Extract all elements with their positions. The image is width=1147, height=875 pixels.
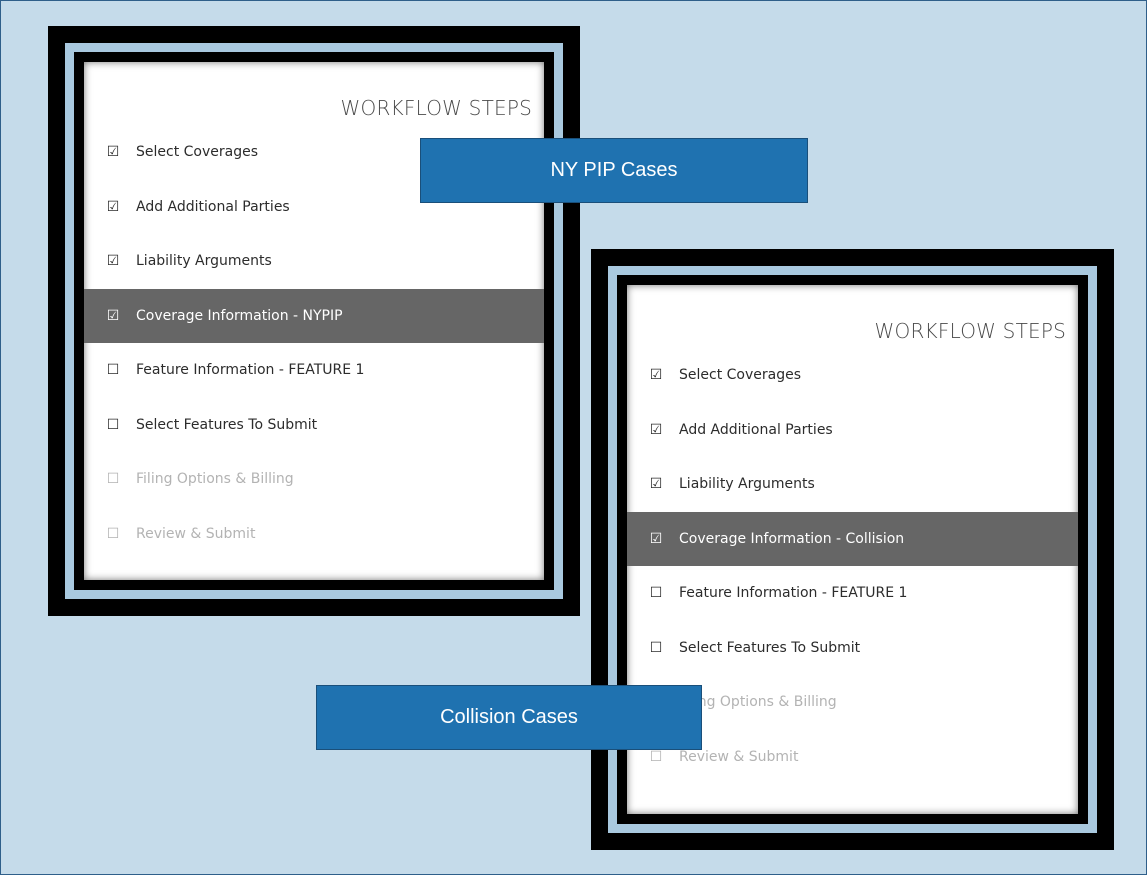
framed-panel-collision: WORKFLOW STEPS ☑ Select Coverages ☑ Add …: [591, 249, 1114, 850]
unchecked-box-icon: ☐: [649, 748, 663, 765]
step-feature-information[interactable]: ☐ Feature Information - FEATURE 1: [84, 343, 544, 398]
checked-box-icon: ☑: [106, 198, 120, 215]
checked-box-icon: ☑: [649, 476, 663, 493]
step-liability-arguments[interactable]: ☑ Liability Arguments: [84, 234, 544, 289]
checked-box-icon: ☑: [106, 253, 120, 270]
step-review-submit: ☐ Review & Submit: [84, 507, 544, 562]
callout-ny-pip-cases: NY PIP Cases: [420, 138, 808, 203]
step-feature-information[interactable]: ☐ Feature Information - FEATURE 1: [627, 566, 1078, 621]
callout-collision-cases: Collision Cases: [316, 685, 702, 750]
step-coverage-information-nypip[interactable]: ☑ Coverage Information - NYPIP: [84, 288, 544, 343]
step-label: Liability Arguments: [679, 476, 815, 493]
step-label: Review & Submit: [136, 525, 256, 542]
step-select-features-to-submit[interactable]: ☐ Select Features To Submit: [84, 398, 544, 453]
step-filing-options-billing: ☐ Filing Options & Billing: [84, 452, 544, 507]
step-label: Select Features To Submit: [136, 416, 318, 433]
panel-title: WORKFLOW STEPS: [874, 319, 1066, 343]
unchecked-box-icon: ☐: [106, 362, 120, 379]
step-coverage-information-collision[interactable]: ☑ Coverage Information - Collision: [627, 511, 1078, 566]
step-label: Liability Arguments: [136, 253, 272, 270]
step-liability-arguments[interactable]: ☑ Liability Arguments: [627, 457, 1078, 512]
checked-box-icon: ☑: [649, 530, 663, 547]
step-label: Coverage Information - Collision: [679, 530, 905, 547]
step-label: Select Coverages: [136, 144, 259, 161]
step-label: Feature Information - FEATURE 1: [679, 585, 908, 602]
step-label: Add Additional Parties: [679, 421, 833, 438]
panel-title: WORKFLOW STEPS: [340, 96, 532, 120]
step-label: Coverage Information - NYPIP: [136, 307, 343, 324]
step-label: Add Additional Parties: [136, 198, 290, 215]
step-label: Select Coverages: [679, 367, 802, 384]
unchecked-box-icon: ☐: [106, 525, 120, 542]
unchecked-box-icon: ☐: [649, 585, 663, 602]
checked-box-icon: ☑: [649, 421, 663, 438]
step-select-coverages[interactable]: ☑ Select Coverages: [627, 348, 1078, 403]
checked-box-icon: ☑: [106, 144, 120, 161]
step-label: Select Features To Submit: [679, 639, 861, 656]
step-select-features-to-submit[interactable]: ☐ Select Features To Submit: [627, 621, 1078, 676]
annotated-screenshot-canvas: WORKFLOW STEPS ☑ Select Coverages ☑ Add …: [0, 0, 1147, 875]
step-label: Filing Options & Billing: [679, 694, 837, 711]
step-label: Feature Information - FEATURE 1: [136, 362, 365, 379]
checked-box-icon: ☑: [649, 367, 663, 384]
step-label: Review & Submit: [679, 748, 799, 765]
framed-panel-nypip: WORKFLOW STEPS ☑ Select Coverages ☑ Add …: [48, 26, 580, 616]
step-add-additional-parties[interactable]: ☑ Add Additional Parties: [627, 403, 1078, 458]
unchecked-box-icon: ☐: [106, 471, 120, 488]
step-label: Filing Options & Billing: [136, 471, 294, 488]
unchecked-box-icon: ☐: [106, 416, 120, 433]
unchecked-box-icon: ☐: [649, 639, 663, 656]
checked-box-icon: ☑: [106, 307, 120, 324]
